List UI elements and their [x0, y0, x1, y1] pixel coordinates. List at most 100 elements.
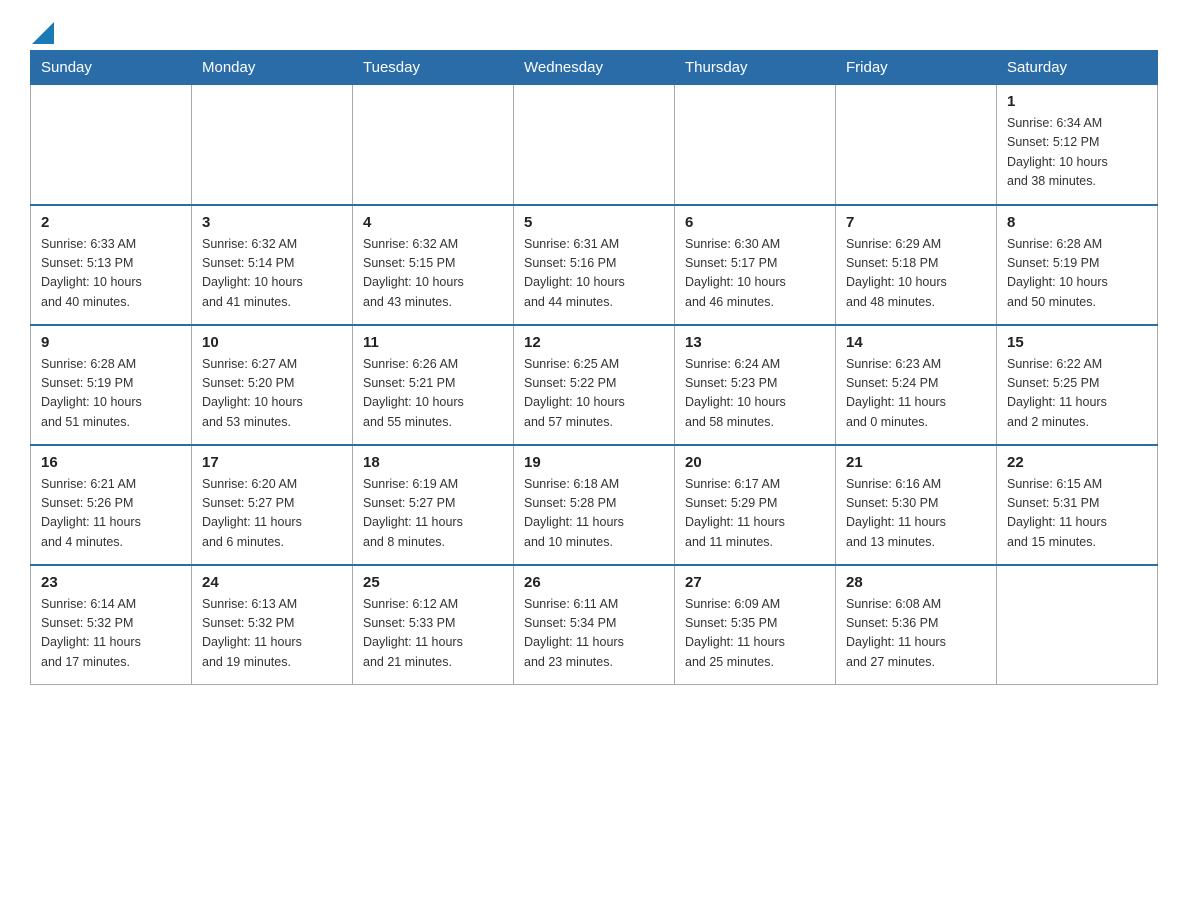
- calendar-week-row: 23Sunrise: 6:14 AM Sunset: 5:32 PM Dayli…: [31, 565, 1158, 685]
- day-number: 24: [202, 574, 342, 591]
- calendar-table: SundayMondayTuesdayWednesdayThursdayFrid…: [30, 50, 1158, 685]
- calendar-week-row: 9 Sunrise: 6:28 AM Sunset: 5:19 PM Daylig…: [31, 325, 1158, 445]
- day-number: 14: [846, 334, 986, 351]
- day-info: Sunrise: 6:32 AM Sunset: 5:14 PM Dayligh…: [202, 235, 342, 313]
- day-info: Sunrise: 6:28 AM Sunset: 5:19 PM Dayligh…: [1007, 235, 1147, 313]
- day-info: Sunrise: 6:24 AM Sunset: 5:23 PM Dayligh…: [685, 355, 825, 433]
- day-number: 9: [41, 334, 181, 351]
- calendar-cell: [997, 565, 1158, 685]
- calendar-week-row: 16 Sunrise: 6:21 AM Sunset: 5:26 PM Dayli…: [31, 445, 1158, 565]
- day-number: 20: [685, 454, 825, 471]
- weekday-header-thursday: Thursday: [675, 51, 836, 85]
- calendar-cell: 24 Sunrise: 6:13 AM Sunset: 5:32 PM Dayli…: [192, 565, 353, 685]
- day-number: 6: [685, 214, 825, 231]
- calendar-cell: 19 Sunrise: 6:18 AM Sunset: 5:28 PM Dayli…: [514, 445, 675, 565]
- calendar-cell: 10 Sunrise: 6:27 AM Sunset: 5:20 PM Dayli…: [192, 325, 353, 445]
- calendar-cell: 20 Sunrise: 6:17 AM Sunset: 5:29 PM Dayli…: [675, 445, 836, 565]
- calendar-cell: 25 Sunrise: 6:12 AM Sunset: 5:33 PM Dayli…: [353, 565, 514, 685]
- day-number: 11: [363, 334, 503, 351]
- day-info: Sunrise: 6:29 AM Sunset: 5:18 PM Dayligh…: [846, 235, 986, 313]
- weekday-header-row: SundayMondayTuesdayWednesdayThursdayFrid…: [31, 51, 1158, 85]
- calendar-cell: 28 Sunrise: 6:08 AM Sunset: 5:36 PM Dayli…: [836, 565, 997, 685]
- calendar-cell: [836, 85, 997, 205]
- day-number: 18: [363, 454, 503, 471]
- day-number: 19: [524, 454, 664, 471]
- calendar-week-row: 2 Sunrise: 6:33 AM Sunset: 5:13 PM Daylig…: [31, 205, 1158, 325]
- day-info: Sunrise: 6:28 AM Sunset: 5:19 PM Dayligh…: [41, 355, 181, 433]
- day-info: Sunrise: 6:13 AM Sunset: 5:32 PM Dayligh…: [202, 595, 342, 673]
- day-info: Sunrise: 6:09 AM Sunset: 5:35 PM Dayligh…: [685, 595, 825, 673]
- calendar-cell: 12 Sunrise: 6:25 AM Sunset: 5:22 PM Dayli…: [514, 325, 675, 445]
- calendar-cell: 18 Sunrise: 6:19 AM Sunset: 5:27 PM Dayli…: [353, 445, 514, 565]
- logo: [30, 24, 54, 40]
- weekday-header-sunday: Sunday: [31, 51, 192, 85]
- day-info: Sunrise: 6:23 AM Sunset: 5:24 PM Dayligh…: [846, 355, 986, 433]
- day-info: Sunrise: 6:14 AM Sunset: 5:32 PM Dayligh…: [41, 595, 181, 673]
- day-info: Sunrise: 6:21 AM Sunset: 5:26 PM Dayligh…: [41, 475, 181, 553]
- day-number: 5: [524, 214, 664, 231]
- calendar-cell: 16 Sunrise: 6:21 AM Sunset: 5:26 PM Dayli…: [31, 445, 192, 565]
- calendar-cell: 7Sunrise: 6:29 AM Sunset: 5:18 PM Daylig…: [836, 205, 997, 325]
- weekday-header-wednesday: Wednesday: [514, 51, 675, 85]
- day-number: 26: [524, 574, 664, 591]
- calendar-cell: 17Sunrise: 6:20 AM Sunset: 5:27 PM Dayli…: [192, 445, 353, 565]
- day-info: Sunrise: 6:25 AM Sunset: 5:22 PM Dayligh…: [524, 355, 664, 433]
- day-info: Sunrise: 6:22 AM Sunset: 5:25 PM Dayligh…: [1007, 355, 1147, 433]
- calendar-week-row: 1 Sunrise: 6:34 AM Sunset: 5:12 PM Daylig…: [31, 85, 1158, 205]
- calendar-cell: 15 Sunrise: 6:22 AM Sunset: 5:25 PM Dayli…: [997, 325, 1158, 445]
- day-number: 4: [363, 214, 503, 231]
- calendar-cell: 1 Sunrise: 6:34 AM Sunset: 5:12 PM Daylig…: [997, 85, 1158, 205]
- day-number: 22: [1007, 454, 1147, 471]
- day-info: Sunrise: 6:17 AM Sunset: 5:29 PM Dayligh…: [685, 475, 825, 553]
- day-info: Sunrise: 6:12 AM Sunset: 5:33 PM Dayligh…: [363, 595, 503, 673]
- page-header: [30, 24, 1158, 40]
- day-info: Sunrise: 6:16 AM Sunset: 5:30 PM Dayligh…: [846, 475, 986, 553]
- weekday-header-tuesday: Tuesday: [353, 51, 514, 85]
- calendar-cell: 22 Sunrise: 6:15 AM Sunset: 5:31 PM Dayli…: [997, 445, 1158, 565]
- calendar-cell: 6 Sunrise: 6:30 AM Sunset: 5:17 PM Daylig…: [675, 205, 836, 325]
- day-number: 13: [685, 334, 825, 351]
- calendar-cell: 11Sunrise: 6:26 AM Sunset: 5:21 PM Dayli…: [353, 325, 514, 445]
- calendar-cell: 8 Sunrise: 6:28 AM Sunset: 5:19 PM Daylig…: [997, 205, 1158, 325]
- logo-triangle-icon: [32, 22, 54, 44]
- day-info: Sunrise: 6:15 AM Sunset: 5:31 PM Dayligh…: [1007, 475, 1147, 553]
- day-number: 12: [524, 334, 664, 351]
- day-number: 27: [685, 574, 825, 591]
- day-info: Sunrise: 6:27 AM Sunset: 5:20 PM Dayligh…: [202, 355, 342, 433]
- day-info: Sunrise: 6:31 AM Sunset: 5:16 PM Dayligh…: [524, 235, 664, 313]
- calendar-cell: 21Sunrise: 6:16 AM Sunset: 5:30 PM Dayli…: [836, 445, 997, 565]
- calendar-cell: [514, 85, 675, 205]
- calendar-cell: 27 Sunrise: 6:09 AM Sunset: 5:35 PM Dayli…: [675, 565, 836, 685]
- day-info: Sunrise: 6:08 AM Sunset: 5:36 PM Dayligh…: [846, 595, 986, 673]
- day-number: 25: [363, 574, 503, 591]
- day-info: Sunrise: 6:11 AM Sunset: 5:34 PM Dayligh…: [524, 595, 664, 673]
- day-number: 2: [41, 214, 181, 231]
- day-info: Sunrise: 6:19 AM Sunset: 5:27 PM Dayligh…: [363, 475, 503, 553]
- calendar-cell: 13 Sunrise: 6:24 AM Sunset: 5:23 PM Dayli…: [675, 325, 836, 445]
- day-number: 8: [1007, 214, 1147, 231]
- calendar-cell: 4 Sunrise: 6:32 AM Sunset: 5:15 PM Daylig…: [353, 205, 514, 325]
- day-number: 17: [202, 454, 342, 471]
- calendar-cell: [675, 85, 836, 205]
- day-number: 3: [202, 214, 342, 231]
- day-info: Sunrise: 6:34 AM Sunset: 5:12 PM Dayligh…: [1007, 114, 1147, 192]
- day-info: Sunrise: 6:33 AM Sunset: 5:13 PM Dayligh…: [41, 235, 181, 313]
- calendar-cell: 2 Sunrise: 6:33 AM Sunset: 5:13 PM Daylig…: [31, 205, 192, 325]
- calendar-cell: 26 Sunrise: 6:11 AM Sunset: 5:34 PM Dayli…: [514, 565, 675, 685]
- calendar-cell: 23Sunrise: 6:14 AM Sunset: 5:32 PM Dayli…: [31, 565, 192, 685]
- day-number: 28: [846, 574, 986, 591]
- calendar-cell: [31, 85, 192, 205]
- weekday-header-friday: Friday: [836, 51, 997, 85]
- weekday-header-monday: Monday: [192, 51, 353, 85]
- day-number: 15: [1007, 334, 1147, 351]
- calendar-cell: 3 Sunrise: 6:32 AM Sunset: 5:14 PM Daylig…: [192, 205, 353, 325]
- calendar-cell: 9 Sunrise: 6:28 AM Sunset: 5:19 PM Daylig…: [31, 325, 192, 445]
- day-info: Sunrise: 6:30 AM Sunset: 5:17 PM Dayligh…: [685, 235, 825, 313]
- calendar-cell: 14 Sunrise: 6:23 AM Sunset: 5:24 PM Dayli…: [836, 325, 997, 445]
- day-info: Sunrise: 6:32 AM Sunset: 5:15 PM Dayligh…: [363, 235, 503, 313]
- day-number: 16: [41, 454, 181, 471]
- calendar-cell: 5 Sunrise: 6:31 AM Sunset: 5:16 PM Daylig…: [514, 205, 675, 325]
- day-number: 1: [1007, 93, 1147, 110]
- day-number: 10: [202, 334, 342, 351]
- day-info: Sunrise: 6:18 AM Sunset: 5:28 PM Dayligh…: [524, 475, 664, 553]
